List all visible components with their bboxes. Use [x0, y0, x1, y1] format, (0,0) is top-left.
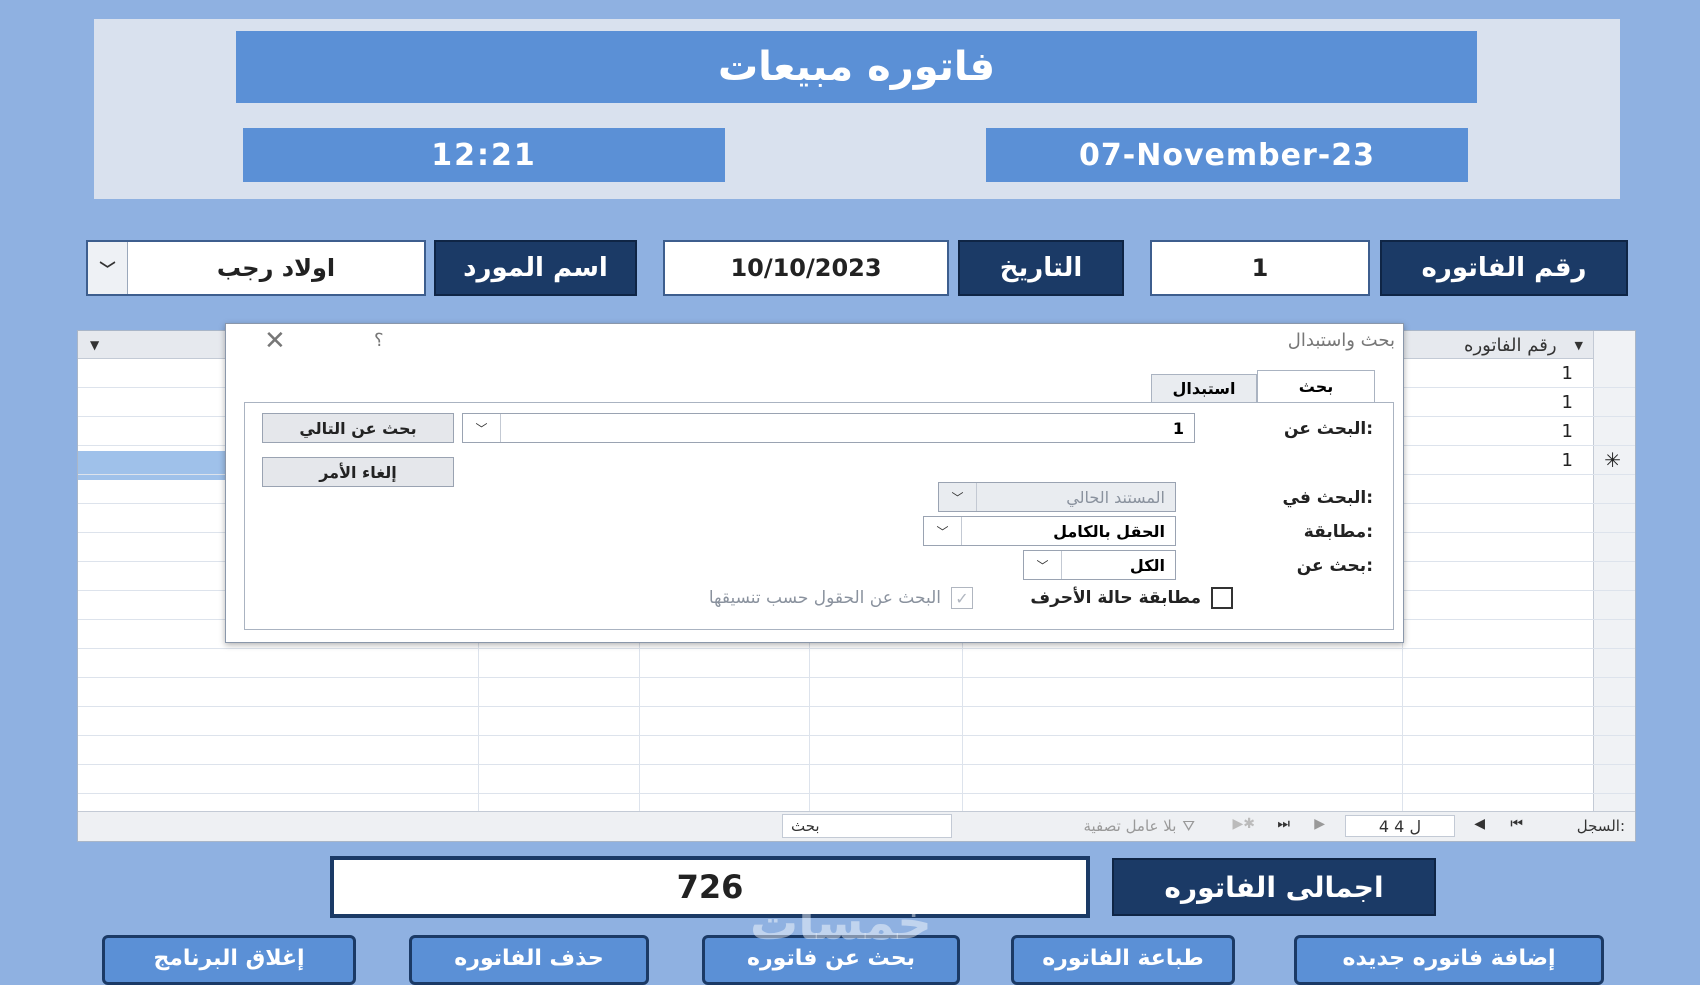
chevron-down-icon[interactable]: ﹀	[1024, 551, 1062, 579]
search-direction-select[interactable]: ﹀ الكل	[1023, 550, 1176, 580]
supplier-label: اسم المورد	[434, 240, 637, 296]
invoice-number-field[interactable]: 1	[1150, 240, 1370, 296]
search-label: بحث	[791, 817, 820, 835]
column-dropdown-icon[interactable]: ▼	[90, 331, 99, 359]
filter-label: بلا عامل تصفية	[1083, 817, 1177, 835]
page-title: فاتوره مبيعات	[236, 31, 1477, 103]
find-what-label: البحث عن:	[1283, 419, 1373, 439]
match-select[interactable]: ﹀ الحقل بالكامل	[923, 516, 1176, 546]
record-position-input[interactable]: 4 ل 4	[1345, 815, 1455, 837]
record-navigation-bar: السجل: ⏮ ◀ 4 ل 4 ▶ ⏭ ▶✱ بلا عامل تصفية ⛛…	[78, 811, 1635, 841]
invoice-number-label: رقم الفاتوره	[1380, 240, 1628, 296]
first-record-icon[interactable]: ⏭	[1277, 816, 1290, 832]
search-formatted-label: البحث عن الحقول حسب تنسيقها	[708, 588, 941, 608]
invoice-total-field: 726	[330, 856, 1090, 918]
chevron-down-icon[interactable]: ﹀	[924, 517, 962, 545]
close-icon[interactable]: ✕	[264, 326, 286, 356]
chevron-down-icon[interactable]: ﹀	[88, 242, 128, 294]
invoice-total-label: اجمالى الفاتوره	[1112, 858, 1436, 916]
find-what-value: 1	[1172, 418, 1184, 438]
tab-replace[interactable]: استبدال	[1151, 374, 1257, 402]
invoice-number-cell[interactable]: 1	[1562, 450, 1573, 471]
date-display: 07-November-23	[986, 128, 1468, 182]
search-formatted-checkbox: ✓	[951, 587, 973, 609]
new-record-icon: ✳	[1604, 448, 1621, 472]
invoice-number-cell[interactable]: 1	[1562, 421, 1573, 442]
find-replace-dialog: بحث واستبدال ؟ ✕ بحث استبدال بحث عن التا…	[225, 323, 1404, 643]
chevron-down-icon[interactable]: ﹀	[939, 483, 977, 511]
help-icon[interactable]: ؟	[374, 330, 384, 351]
column-header-label: رقم الفاتوره	[1464, 334, 1557, 356]
supplier-value: اولاد رجب	[216, 254, 336, 282]
column-header-invoice-number[interactable]: رقم الفاتوره ▼	[1464, 331, 1583, 359]
invoice-number-cell[interactable]: 1	[1562, 392, 1573, 413]
find-what-input[interactable]: ﹀ 1	[462, 413, 1195, 443]
new-record-icon[interactable]: ▶✱	[1233, 816, 1256, 832]
search-direction-value: الكل	[1129, 555, 1165, 575]
filter-status[interactable]: بلا عامل تصفية ⛛	[1083, 817, 1195, 835]
search-direction-label: بحث عن:	[1296, 556, 1373, 576]
find-tab-panel: بحث عن التالي إلغاء الأمر ﹀ 1 البحث عن: …	[244, 402, 1394, 630]
watermark: خمسات	[750, 895, 932, 951]
tab-find[interactable]: بحث	[1257, 370, 1375, 402]
add-new-invoice-button[interactable]: إضافة فاتوره جديده	[1294, 935, 1604, 985]
supplier-combo[interactable]: ﹀ اولاد رجب	[86, 240, 426, 296]
match-label: مطابقة:	[1303, 522, 1373, 542]
look-in-value: المستند الحالي	[1066, 487, 1165, 507]
find-next-button[interactable]: بحث عن التالي	[262, 413, 454, 443]
date-label: التاريخ	[958, 240, 1124, 296]
match-case-option[interactable]: مطابقة حالة الأحرف	[1030, 587, 1233, 609]
match-case-label: مطابقة حالة الأحرف	[1030, 588, 1201, 608]
dialog-title: بحث واستبدال	[1287, 330, 1395, 351]
invoice-number-cell[interactable]: 1	[1562, 363, 1573, 384]
time-display: 12:21	[243, 128, 725, 182]
datasheet-search-input[interactable]: بحث	[782, 814, 952, 838]
print-invoice-button[interactable]: طباعة الفاتوره	[1011, 935, 1235, 985]
next-record-icon[interactable]: ◀	[1474, 816, 1485, 832]
record-label: السجل:	[1576, 817, 1625, 835]
close-program-button[interactable]: إغلاق البرنامج	[102, 935, 356, 985]
no-filter-icon: ⛛	[1182, 817, 1195, 835]
look-in-label: البحث في:	[1282, 488, 1373, 508]
search-formatted-option: البحث عن الحقول حسب تنسيقها ✓	[709, 587, 973, 609]
chevron-down-icon[interactable]: ﹀	[463, 414, 501, 442]
column-dropdown-icon[interactable]: ▼	[1575, 339, 1583, 352]
cancel-button[interactable]: إلغاء الأمر	[262, 457, 454, 487]
match-case-checkbox[interactable]	[1211, 587, 1233, 609]
match-value: الحقل بالكامل	[1053, 521, 1165, 541]
last-record-icon[interactable]: ⏮	[1510, 816, 1523, 832]
delete-invoice-button[interactable]: حذف الفاتوره	[409, 935, 649, 985]
previous-record-icon[interactable]: ▶	[1314, 816, 1325, 832]
date-field[interactable]: 10/10/2023	[663, 240, 949, 296]
look-in-select[interactable]: ﹀ المستند الحالي	[938, 482, 1176, 512]
